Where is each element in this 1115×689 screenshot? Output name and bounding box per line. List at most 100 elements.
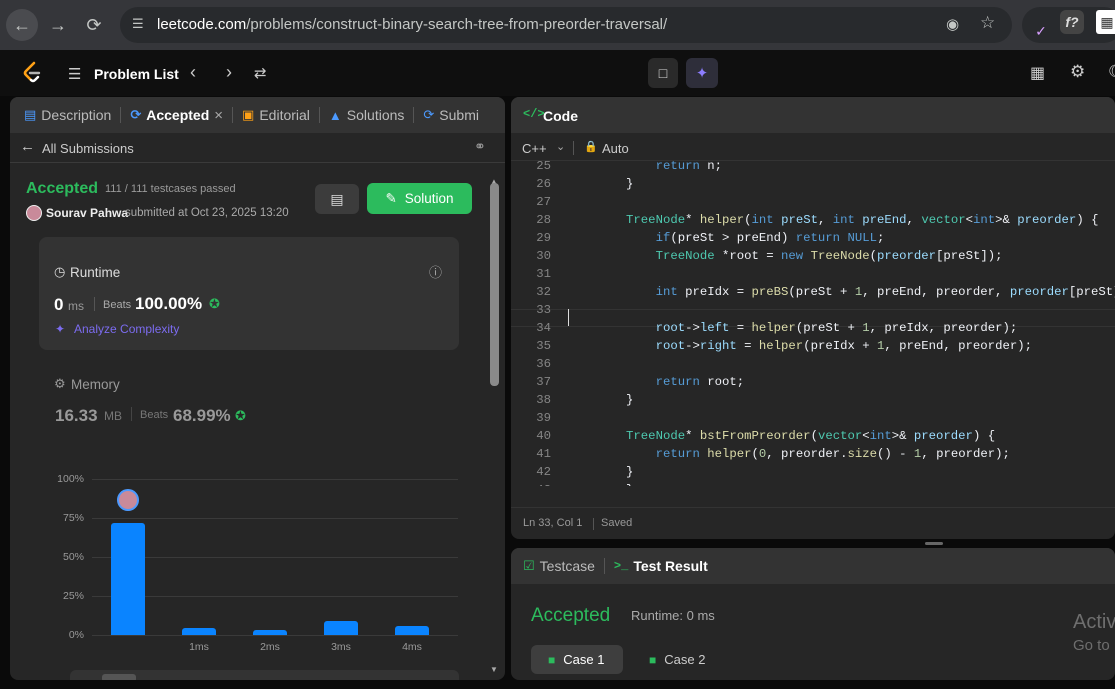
chart-bar[interactable] (253, 630, 287, 635)
editorial-book-button[interactable]: ▤ (315, 184, 359, 214)
tab-editorial[interactable]: ▣ Editorial (233, 107, 319, 123)
code-line[interactable]: 36 (511, 355, 1115, 373)
tab-testcase[interactable]: ☑ Testcase (511, 558, 604, 574)
code-line[interactable]: 26 } (511, 175, 1115, 193)
info-icon[interactable]: ⓘ (429, 262, 442, 281)
analyze-complexity-link[interactable]: Analyze Complexity (74, 322, 179, 336)
language-select[interactable]: C++ (522, 141, 547, 156)
code-line[interactable]: 37 return root; (511, 373, 1115, 391)
code-line[interactable]: 34 root->left = helper(preSt + 1, preIdx… (511, 319, 1115, 337)
code-line[interactable]: 35 root->right = helper(preIdx + 1, preE… (511, 337, 1115, 355)
activate-watermark-sub: Go to (1073, 637, 1110, 654)
layout-grid-icon[interactable]: ▦ (1030, 63, 1045, 83)
chart-bar[interactable] (182, 627, 216, 635)
prev-problem-icon[interactable]: ‹ (190, 62, 196, 83)
address-bar[interactable]: ☰ leetcode.com/problems/construct-binary… (120, 7, 1012, 43)
check-icon: ■ (649, 652, 657, 667)
notes-icon[interactable]: □ (648, 58, 678, 88)
problem-list-link[interactable]: Problem List (94, 66, 179, 82)
code-title: Code (543, 108, 578, 124)
leetcode-logo-icon[interactable] (22, 61, 42, 83)
tab-submissions[interactable]: ⟳ Submi (414, 107, 488, 123)
url-text[interactable]: leetcode.com/problems/construct-binary-s… (157, 16, 667, 33)
code-panel: </> Code C++ ⌄ 🔒 Auto 25 return n; 26 } 27… (511, 97, 1115, 539)
tab-solutions[interactable]: ▲ Solutions (320, 107, 413, 123)
chart-bar[interactable] (324, 620, 358, 635)
back-arrow-icon[interactable]: ← (6, 9, 38, 41)
chevron-down-icon[interactable]: ⌄ (556, 140, 565, 153)
theme-icon[interactable]: ☾ (1108, 62, 1115, 82)
shuffle-icon[interactable]: ⇄ (254, 64, 267, 82)
all-submissions-link[interactable]: All Submissions (42, 141, 134, 156)
case-1-button[interactable]: ■ Case 1 (531, 645, 623, 674)
chart-y-tick: 25% (62, 590, 84, 602)
link-icon[interactable]: ⚭ (474, 138, 486, 155)
close-tab-icon[interactable]: × (214, 107, 223, 124)
code-line[interactable]: 32 int preIdx = preBS(preSt + 1, preEnd,… (511, 283, 1115, 301)
code-line[interactable]: 33 (511, 301, 1115, 319)
code-line[interactable]: 38 } (511, 391, 1115, 409)
code-line[interactable]: 42 } (511, 463, 1115, 481)
mode-auto[interactable]: Auto (602, 141, 629, 156)
back-arrow-icon[interactable]: ← (20, 138, 35, 155)
terminal-icon: >_ (613, 559, 629, 573)
line-content: return n; (655, 161, 722, 173)
reload-icon[interactable]: ⟳ (78, 9, 110, 41)
code-editor[interactable]: 25 return n; 26 } 27 28 TreeNode* helper(i… (511, 161, 1115, 486)
panel-resize-handle[interactable] (925, 542, 943, 545)
tab-accepted[interactable]: ⟳ Accepted × (121, 107, 232, 124)
extension-icon[interactable]: ▦ (1096, 10, 1115, 34)
line-content: } (567, 393, 634, 407)
site-info-icon[interactable]: ☰ (132, 16, 144, 32)
avatar[interactable] (26, 205, 42, 221)
next-problem-icon[interactable]: › (226, 62, 232, 83)
eyedropper-icon[interactable]: ✓ (1026, 16, 1056, 46)
bookmark-star-icon[interactable]: ☆ (980, 13, 995, 33)
settings-gear-icon[interactable]: ⚙ (1070, 62, 1085, 82)
line-number: 38 (536, 393, 551, 407)
memory-icon: ⚙ (54, 376, 66, 391)
line-content: int preIdx = preBS(preSt + 1, preEnd, pr… (655, 285, 1115, 299)
memory-label[interactable]: Memory (71, 377, 120, 392)
chart-handle[interactable] (102, 674, 136, 680)
username[interactable]: Sourav Pahwa (46, 206, 128, 220)
chart-bar[interactable] (395, 625, 429, 635)
chart-bar[interactable] (111, 522, 145, 635)
code-line[interactable]: 31 (511, 265, 1115, 283)
line-content: TreeNode* bstFromPreorder(vector<int>& p… (626, 429, 996, 443)
ai-sparkle-icon[interactable]: ✦ (686, 58, 718, 88)
eye-off-icon[interactable]: ◉ (946, 15, 959, 33)
code-line[interactable]: 43 }; (511, 481, 1115, 486)
font-extension-icon[interactable]: f? (1060, 10, 1084, 34)
runtime-card[interactable]: ◷ Runtime ⓘ 0 ms Beats 100.00% ✪ ✦ Analy… (39, 237, 459, 350)
tab-test-result[interactable]: >_ Test Result (605, 558, 717, 574)
chart-gridline (92, 479, 458, 480)
line-content: TreeNode* helper(int preSt, int preEnd, … (626, 213, 1099, 227)
line-number: 28 (536, 213, 551, 227)
code-line[interactable]: 28 TreeNode* helper(int preSt, int preEn… (511, 211, 1115, 229)
chart-x-tick: 1ms (189, 641, 209, 653)
forward-arrow-icon[interactable]: → (42, 9, 74, 41)
line-number: 32 (536, 285, 551, 299)
clap-icon: ✪ (235, 408, 246, 423)
line-number: 34 (536, 321, 551, 335)
scroll-down-icon[interactable]: ▼ (490, 665, 498, 674)
code-line[interactable]: 30 TreeNode *root = new TreeNode(preorde… (511, 247, 1115, 265)
code-line[interactable]: 25 return n; (511, 161, 1115, 175)
chart-y-tick: 50% (62, 551, 84, 563)
case-2-button[interactable]: ■ Case 2 (633, 645, 725, 674)
list-icon[interactable]: ☰ (68, 65, 81, 83)
code-line[interactable]: 40 TreeNode* bstFromPreorder(vector<int>… (511, 427, 1115, 445)
code-line[interactable]: 39 (511, 409, 1115, 427)
code-line[interactable]: 41 return helper(0, preorder.size() - 1,… (511, 445, 1115, 463)
line-number: 35 (536, 339, 551, 353)
code-line[interactable]: 27 (511, 193, 1115, 211)
user-position-avatar[interactable] (117, 488, 139, 511)
edit-icon: ✎ (385, 190, 397, 206)
code-line[interactable]: 29 if(preSt > preEnd) return NULL; (511, 229, 1115, 247)
solution-button[interactable]: ✎ Solution (367, 183, 472, 214)
chart-x-tick: 2ms (260, 641, 280, 653)
scrollbar-thumb[interactable] (490, 183, 499, 386)
code-header: </> Code (511, 97, 1115, 133)
tab-description[interactable]: ▤ Description (10, 107, 120, 123)
